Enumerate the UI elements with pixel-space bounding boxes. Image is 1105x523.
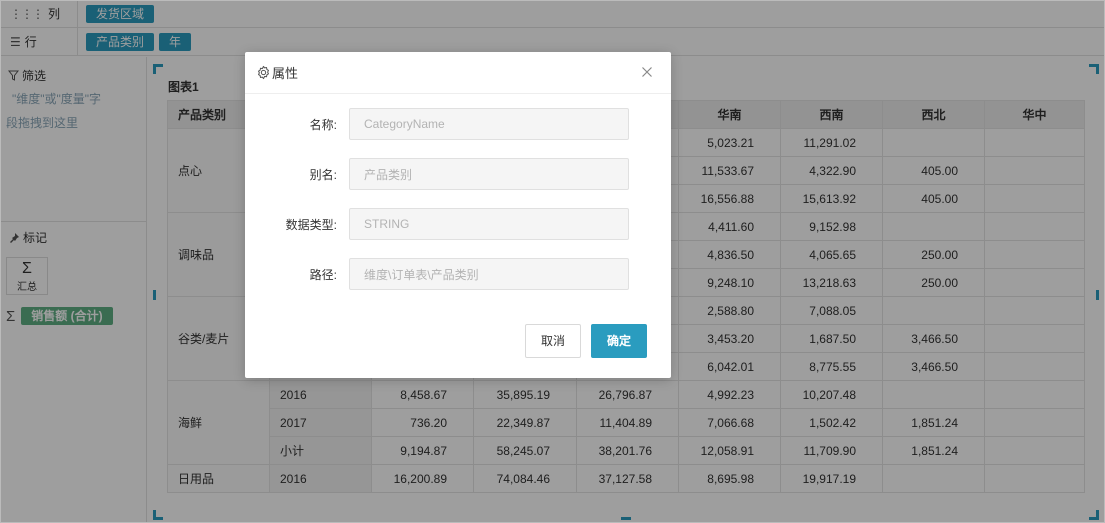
dialog-header: 属性 <box>245 52 671 94</box>
field-label-datatype: 数据类型: <box>285 217 337 232</box>
alias-field[interactable] <box>349 158 629 190</box>
field-row-name: 名称: <box>245 108 671 140</box>
field-row-datatype: 数据类型: <box>245 208 671 240</box>
properties-dialog: 属性 名称: 别名: 数据类型: 路径: 取消 确定 <box>245 52 671 378</box>
field-label-alias: 别名: <box>309 167 337 182</box>
field-row-path: 路径: <box>245 258 671 290</box>
path-field[interactable] <box>349 258 629 290</box>
field-label-name: 名称: <box>309 117 337 132</box>
field-label-path: 路径: <box>309 267 337 282</box>
ok-button[interactable]: 确定 <box>591 324 647 358</box>
name-field[interactable] <box>349 108 629 140</box>
gear-icon <box>258 65 269 80</box>
data-type-field[interactable] <box>349 208 629 240</box>
close-icon[interactable] <box>639 64 655 80</box>
cancel-button[interactable]: 取消 <box>525 324 581 358</box>
field-row-alias: 别名: <box>245 158 671 190</box>
dialog-title: 属性 <box>272 66 299 81</box>
